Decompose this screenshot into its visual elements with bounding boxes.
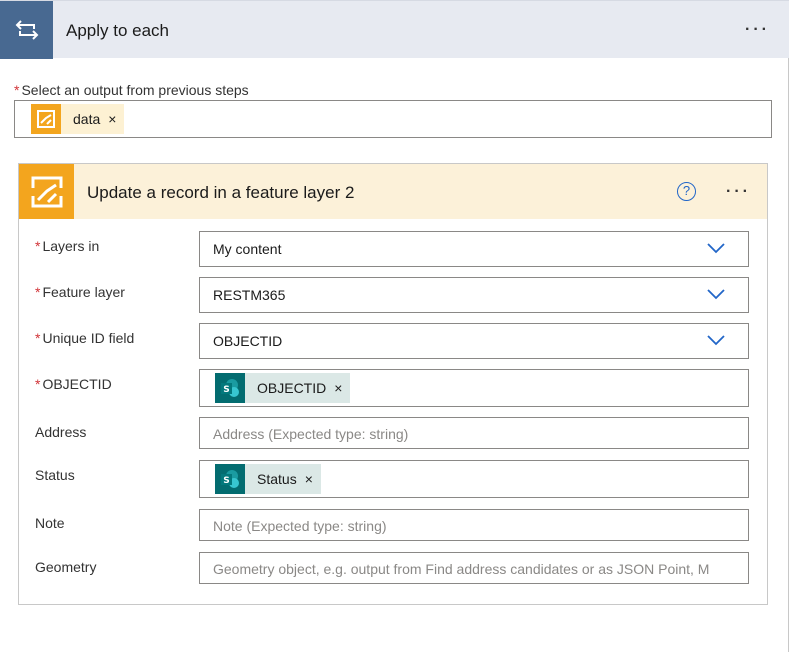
update-record-more-icon[interactable]: ··· <box>726 183 751 201</box>
svg-text:S: S <box>223 476 229 486</box>
address-label: Address <box>35 424 87 440</box>
feature-layer-dropdown[interactable]: RESTM365 <box>199 277 749 313</box>
layers-in-dropdown[interactable]: My content <box>199 231 749 267</box>
status-label: Status <box>35 467 75 483</box>
geometry-placeholder: Geometry object, e.g. output from Find a… <box>213 561 710 577</box>
loop-icon <box>0 1 53 59</box>
apply-to-each-header[interactable]: Apply to each ··· <box>0 0 789 59</box>
apply-to-each-more-icon[interactable]: ··· <box>745 21 770 39</box>
select-output-label: * Select an output from previous steps <box>14 82 249 98</box>
remove-data-token-button[interactable]: × <box>108 111 116 127</box>
required-mark: * <box>14 82 20 98</box>
objectid-input[interactable]: S OBJECTID × <box>199 369 749 407</box>
sharepoint-icon: S <box>215 373 245 403</box>
svg-text:S: S <box>223 385 229 395</box>
feature-layer-label: * Feature layer <box>35 284 125 300</box>
chevron-down-icon[interactable] <box>706 333 726 347</box>
address-input[interactable]: Address (Expected type: string) <box>199 417 749 449</box>
note-placeholder: Note (Expected type: string) <box>213 518 387 534</box>
objectid-token-label: OBJECTID <box>257 380 327 396</box>
note-label: Note <box>35 515 65 531</box>
unique-id-label: * Unique ID field <box>35 330 135 346</box>
select-output-input[interactable]: data × <box>14 100 772 138</box>
unique-id-value: OBJECTID <box>213 333 283 349</box>
data-token[interactable]: data × <box>31 104 125 134</box>
geometry-label: Geometry <box>35 559 97 575</box>
status-token-label: Status <box>257 471 297 487</box>
unique-id-dropdown[interactable]: OBJECTID <box>199 323 749 359</box>
arcgis-connector-icon <box>31 104 61 134</box>
layers-in-label: * Layers in <box>35 238 100 254</box>
status-input[interactable]: S Status × <box>199 460 749 498</box>
feature-layer-value: RESTM365 <box>213 287 286 303</box>
chevron-down-icon[interactable] <box>706 287 726 301</box>
data-token-label: data <box>73 111 101 127</box>
objectid-token[interactable]: S OBJECTID × <box>215 373 351 403</box>
objectid-label: * OBJECTID <box>35 376 112 392</box>
sharepoint-icon: S <box>215 464 245 494</box>
apply-to-each-container: Apply to each ··· * Select an output from… <box>0 0 789 652</box>
update-record-card: Update a record in a feature layer 2 ? ·… <box>18 163 768 605</box>
address-placeholder: Address (Expected type: string) <box>213 426 409 442</box>
status-token[interactable]: S Status × <box>215 464 321 494</box>
chevron-down-icon[interactable] <box>706 241 726 255</box>
geometry-input[interactable]: Geometry object, e.g. output from Find a… <box>199 552 749 584</box>
layers-in-value: My content <box>213 241 282 257</box>
apply-to-each-title: Apply to each <box>66 21 170 40</box>
remove-objectid-token-button[interactable]: × <box>334 380 342 396</box>
arcgis-connector-icon <box>19 164 74 219</box>
update-record-header[interactable]: Update a record in a feature layer 2 ? ·… <box>19 164 767 219</box>
help-icon[interactable]: ? <box>677 182 696 201</box>
note-input[interactable]: Note (Expected type: string) <box>199 509 749 541</box>
remove-status-token-button[interactable]: × <box>305 471 313 487</box>
update-record-title: Update a record in a feature layer 2 <box>87 183 355 202</box>
